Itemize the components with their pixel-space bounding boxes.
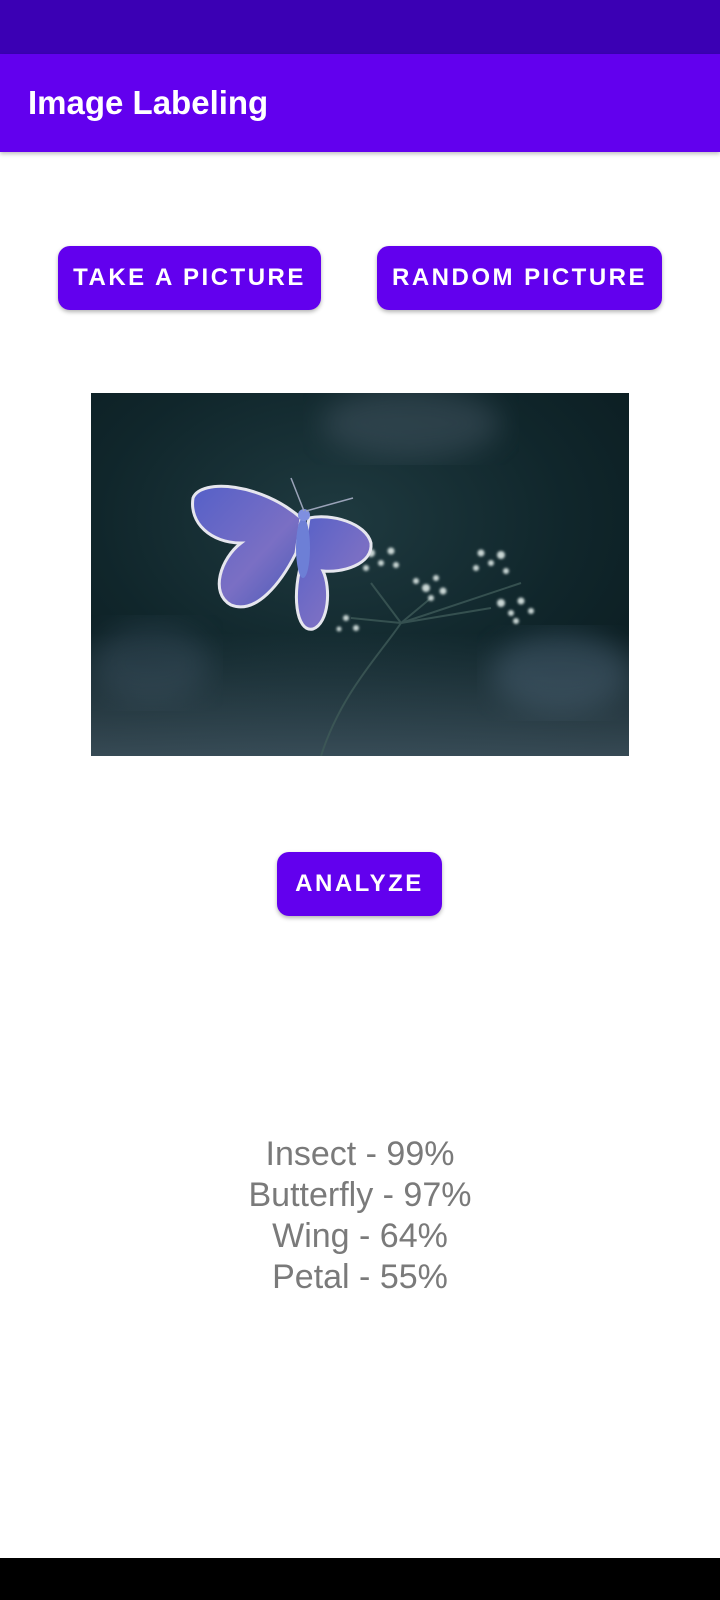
take-picture-button[interactable]: TAKE A PICTURE	[58, 246, 321, 310]
result-label: Petal - 55%	[272, 1258, 448, 1296]
status-bar	[0, 0, 720, 54]
app-title: Image Labeling	[28, 84, 269, 121]
app-bar: Image Labeling	[0, 54, 720, 152]
result-label: Wing - 64%	[272, 1217, 448, 1255]
selected-image	[91, 393, 629, 756]
random-picture-button[interactable]: RANDOM PICTURE	[377, 246, 662, 310]
navigation-bar	[0, 1558, 720, 1600]
analyze-button[interactable]: ANALYZE	[277, 852, 442, 916]
result-label: Butterfly - 97%	[248, 1176, 472, 1214]
label-results: Insect - 99% Butterfly - 97% Wing - 64% …	[0, 1134, 720, 1298]
result-label: Insect - 99%	[265, 1135, 455, 1173]
